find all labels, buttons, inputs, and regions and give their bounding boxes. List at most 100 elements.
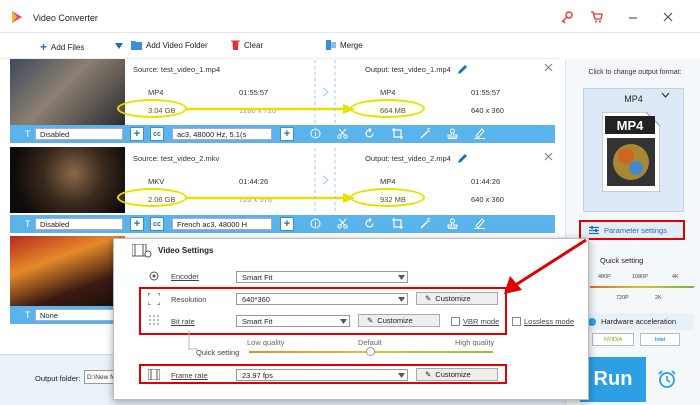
output-folder-label: Output folder: <box>35 374 81 383</box>
trash-icon <box>231 40 240 50</box>
add-video-folder-button[interactable]: Add Video Folder <box>131 40 208 50</box>
output-filename: Output: test_video_1.mp4 <box>365 65 451 74</box>
customize-resolution-button[interactable]: ✎ Customize <box>416 292 498 305</box>
tree-connector <box>188 330 198 350</box>
text-icon: T <box>25 310 31 320</box>
close-icon[interactable] <box>543 62 554 73</box>
effects-wand-icon[interactable] <box>420 218 431 229</box>
video-settings-title: Video Settings <box>158 246 214 255</box>
subtitle-dropdown[interactable]: None <box>35 309 115 321</box>
close-icon[interactable] <box>543 151 554 162</box>
key-icon[interactable] <box>560 10 574 24</box>
source-format: MP4 <box>148 88 164 97</box>
plus-icon: + <box>40 40 48 54</box>
red-arrow-icon <box>504 238 587 294</box>
info-icon[interactable] <box>310 218 321 229</box>
lossless-mode-label: Lossless mode <box>524 317 575 326</box>
source-format: MKV <box>148 177 165 186</box>
bitrate-icon <box>149 315 159 325</box>
text-icon: T <box>25 219 31 229</box>
resize-icon <box>148 293 160 305</box>
default-quality-label: Default <box>358 338 382 347</box>
output-filename: Output: test_video_2.mp4 <box>365 154 451 163</box>
rotate-icon[interactable] <box>364 218 375 229</box>
change-format-label: Click to change output format: <box>588 69 682 76</box>
app-logo-icon <box>12 11 22 23</box>
mp4-file-icon: MP4 <box>602 112 660 192</box>
subtitle-dropdown[interactable]: Disabled <box>35 128 123 140</box>
quality-scale[interactable] <box>590 286 694 288</box>
output-resolution: 640 x 360 <box>471 195 504 204</box>
chevron-down-icon <box>398 275 405 280</box>
edit-subtitle-icon[interactable] <box>474 128 485 139</box>
output-folder-input[interactable]: D:\New fo <box>84 370 114 384</box>
rotate-icon[interactable] <box>364 128 375 139</box>
output-duration: 01:44:26 <box>471 177 501 186</box>
vbr-mode-checkbox[interactable] <box>451 317 460 326</box>
audio-track-dropdown[interactable]: French ac3, 48000 H <box>172 218 272 230</box>
crop-icon[interactable] <box>392 218 403 229</box>
hardware-acceleration-toggle[interactable]: Hardware acceleration <box>582 313 694 330</box>
add-subtitle-button[interactable]: + <box>130 217 144 231</box>
info-icon[interactable] <box>310 128 321 139</box>
subtitle-dropdown[interactable]: Disabled <box>35 218 123 230</box>
customize-framerate-button[interactable]: ✎ Customize <box>416 368 498 381</box>
source-duration: 01:44:26 <box>239 177 269 186</box>
scale-label: 480P <box>598 274 611 280</box>
watermark-stamp-icon[interactable] <box>447 128 458 139</box>
add-files-button[interactable]: + Add Files <box>40 40 84 54</box>
parameter-settings-button[interactable]: Parameter settings <box>579 220 685 240</box>
framerate-select[interactable]: 23.97 fps <box>236 369 408 381</box>
alarm-clock-icon[interactable] <box>657 369 677 389</box>
quality-slider-thumb[interactable] <box>366 347 375 356</box>
add-subtitle-button[interactable]: + <box>130 127 144 141</box>
sliders-icon <box>589 225 599 234</box>
bitrate-select[interactable]: Smart Fit <box>236 315 350 327</box>
watermark-stamp-icon[interactable] <box>447 218 458 229</box>
toggle-icon <box>588 317 596 326</box>
scale-label: 2K <box>655 295 662 301</box>
effects-wand-icon[interactable] <box>420 128 431 139</box>
run-button[interactable]: Run <box>580 357 646 402</box>
scissors-icon[interactable] <box>337 218 348 229</box>
video-thumbnail <box>10 59 125 125</box>
crop-icon[interactable] <box>392 128 403 139</box>
edit-icon[interactable] <box>457 64 468 75</box>
scale-label: 1080P <box>632 274 648 280</box>
cart-icon[interactable] <box>590 10 604 24</box>
edit-icon[interactable] <box>457 153 468 164</box>
merge-button[interactable]: Merge <box>326 40 363 50</box>
cc-icon[interactable]: cc <box>150 217 164 231</box>
edit-subtitle-icon[interactable] <box>474 218 485 229</box>
add-audio-button[interactable]: + <box>280 217 294 231</box>
output-duration: 01:55:57 <box>471 88 501 97</box>
text-icon: T <box>25 129 31 139</box>
cc-icon[interactable]: cc <box>150 127 164 141</box>
resolution-label: Resolution <box>171 295 207 304</box>
video-settings-icon <box>132 244 152 258</box>
video-thumbnail <box>10 147 125 213</box>
highlight-ellipse <box>350 188 425 207</box>
quick-setting-label: Quick setting <box>600 256 644 265</box>
customize-bitrate-button[interactable]: ✎ Customize <box>358 314 440 327</box>
minimize-icon[interactable] <box>626 10 640 24</box>
output-format: MP4 <box>380 177 396 186</box>
clear-button[interactable]: Clear <box>231 40 263 50</box>
pencil-icon: ✎ <box>425 294 432 303</box>
source-filename: Source: test_video_1.mp4 <box>133 65 221 74</box>
encoder-select[interactable]: Smart Fit <box>236 271 408 283</box>
close-icon[interactable] <box>661 10 675 24</box>
audio-track-dropdown[interactable]: ac3, 48000 Hz, 5.1(s <box>172 128 272 140</box>
chevron-down-icon <box>340 319 347 324</box>
add-audio-button[interactable]: + <box>280 127 294 141</box>
scissors-icon[interactable] <box>337 128 348 139</box>
chevron-down-icon[interactable] <box>115 43 123 49</box>
pencil-icon: ✎ <box>367 316 374 325</box>
low-quality-label: Low quality <box>247 338 285 347</box>
folder-plus-icon <box>131 41 142 50</box>
chevron-down-icon[interactable] <box>661 90 670 99</box>
high-quality-label: High quality <box>455 338 495 347</box>
resolution-select[interactable]: 640*360 <box>236 293 408 305</box>
lossless-mode-checkbox[interactable] <box>512 317 521 326</box>
scale-label: 4K <box>672 274 679 280</box>
